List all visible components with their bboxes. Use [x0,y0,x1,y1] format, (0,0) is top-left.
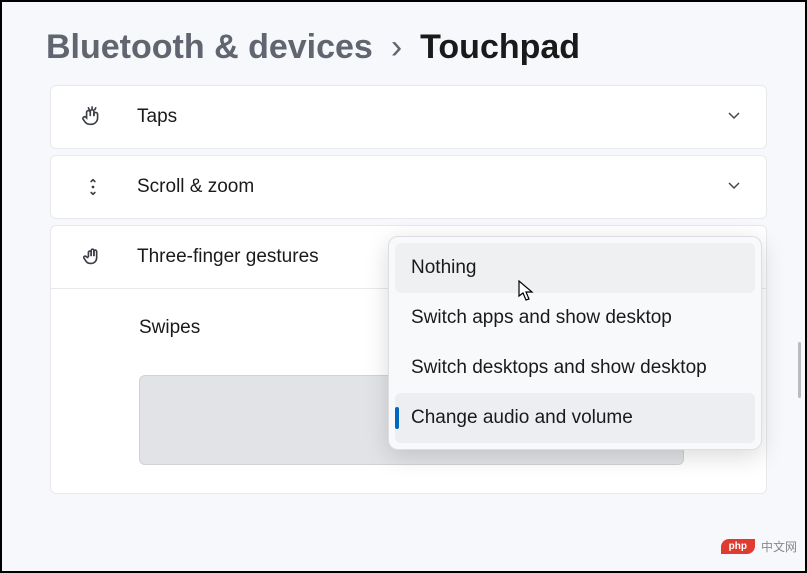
chevron-down-icon [726,107,742,128]
swipes-dropdown[interactable]: Nothing Switch apps and show desktop Swi… [388,236,762,450]
breadcrumb-parent[interactable]: Bluetooth & devices [46,28,373,67]
dropdown-item-audio-volume[interactable]: Change audio and volume [395,393,755,443]
scrollbar[interactable] [798,342,801,398]
dropdown-item-switch-desktops[interactable]: Switch desktops and show desktop [395,343,755,393]
hand-icon [79,246,107,268]
watermark-logo: php [721,539,755,554]
chevron-down-icon [726,177,742,198]
card-scroll-zoom[interactable]: Scroll & zoom [50,155,767,219]
card-scroll-zoom-label: Scroll & zoom [137,176,696,198]
chevron-right-icon: › [391,28,402,67]
watermark-text: 中文网 [761,538,797,555]
card-taps[interactable]: Taps [50,85,767,149]
tap-icon [79,106,107,128]
watermark: php 中文网 [721,538,797,555]
breadcrumb: Bluetooth & devices › Touchpad [2,2,805,85]
card-taps-label: Taps [137,106,696,128]
dropdown-item-nothing[interactable]: Nothing [395,243,755,293]
dropdown-item-switch-apps[interactable]: Switch apps and show desktop [395,293,755,343]
scroll-icon [79,176,107,198]
breadcrumb-current: Touchpad [420,28,580,67]
